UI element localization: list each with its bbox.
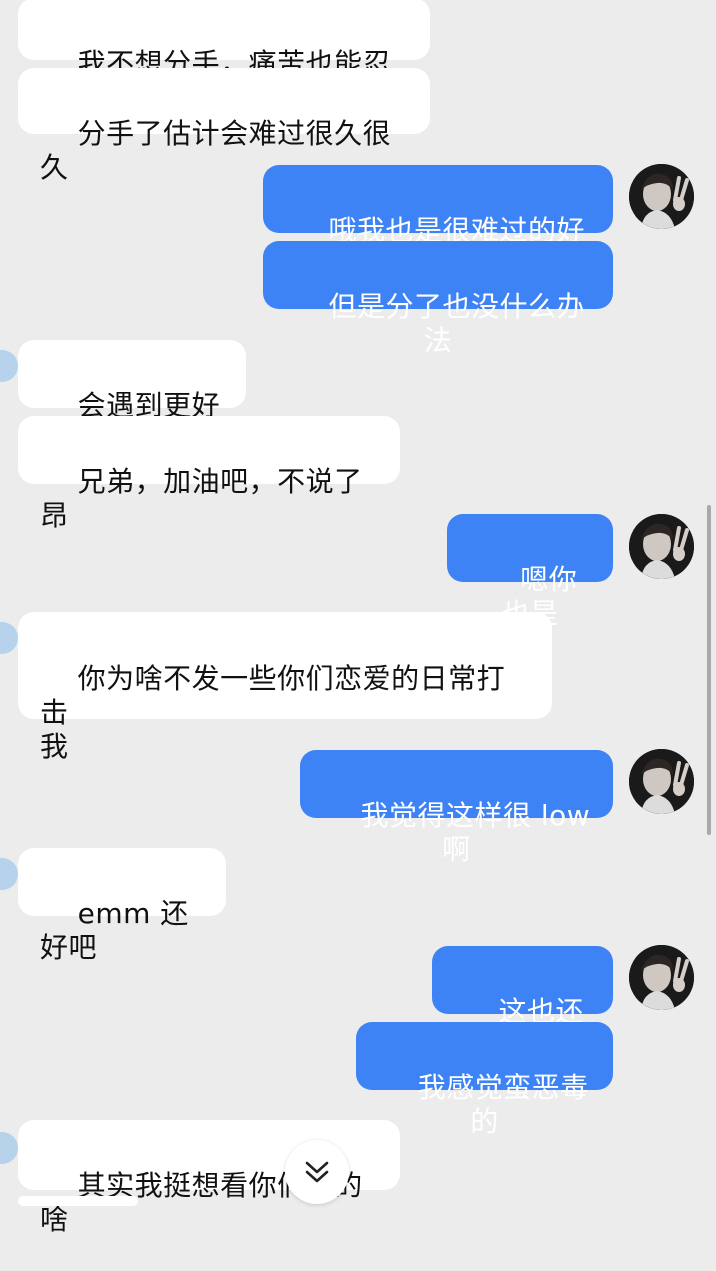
avatar[interactable] xyxy=(629,749,694,814)
scrollbar[interactable] xyxy=(707,505,711,835)
message-text: 兄弟，加油吧，不说了昂 xyxy=(40,465,363,532)
avatar[interactable] xyxy=(629,164,694,229)
avatar[interactable] xyxy=(0,1132,18,1164)
message-bubble-incoming[interactable]: 会遇到更好的 xyxy=(18,340,246,456)
message-bubble-outgoing[interactable]: 我感觉蛮恶毒的 xyxy=(356,1022,613,1138)
message-text: emm 还好吧 xyxy=(40,897,189,964)
message-text: 但是分了也没什么办法 xyxy=(328,290,586,357)
avatar[interactable] xyxy=(0,350,18,382)
scroll-to-bottom-button[interactable] xyxy=(285,1140,349,1204)
message-bubble-outgoing[interactable]: 这也还好? xyxy=(432,946,613,1062)
message-bubble-outgoing[interactable]: 嗯你也是 xyxy=(447,514,613,630)
message-bubble-incoming[interactable] xyxy=(18,1196,138,1206)
message-bubble-outgoing[interactable]: 我觉得这样很 low啊 xyxy=(300,750,613,866)
message-bubble-outgoing[interactable]: 哦我也是很难过的好吗 xyxy=(263,165,613,281)
message-text: 我觉得这样很 low啊 xyxy=(360,799,591,866)
avatar[interactable] xyxy=(0,622,18,654)
message-bubble-incoming[interactable]: 分手了估计会难过很久很久 xyxy=(18,68,430,184)
message-bubble-incoming[interactable]: 我不想分手，痛苦也能忍受 xyxy=(18,0,430,114)
chat-message-list[interactable]: 我不想分手，痛苦也能忍受 分手了估计会难过很久很久 哦我也是很难过的好吗 但是分… xyxy=(0,0,716,1236)
message-bubble-incoming[interactable]: 兄弟，加油吧，不说了昂 xyxy=(18,416,400,532)
avatar[interactable] xyxy=(629,514,694,579)
message-bubble-incoming[interactable]: emm 还好吧 xyxy=(18,848,226,964)
message-bubble-incoming[interactable]: 你为啥不发一些你们恋爱的日常打击 我 xyxy=(18,612,552,763)
message-bubble-outgoing[interactable]: 但是分了也没什么办法 xyxy=(263,241,613,357)
message-text: 你为啥不发一些你们恋爱的日常打击 我 xyxy=(40,662,506,763)
message-text: 我感觉蛮恶毒的 xyxy=(417,1071,589,1138)
avatar[interactable] xyxy=(0,858,18,890)
avatar[interactable] xyxy=(629,945,694,1010)
